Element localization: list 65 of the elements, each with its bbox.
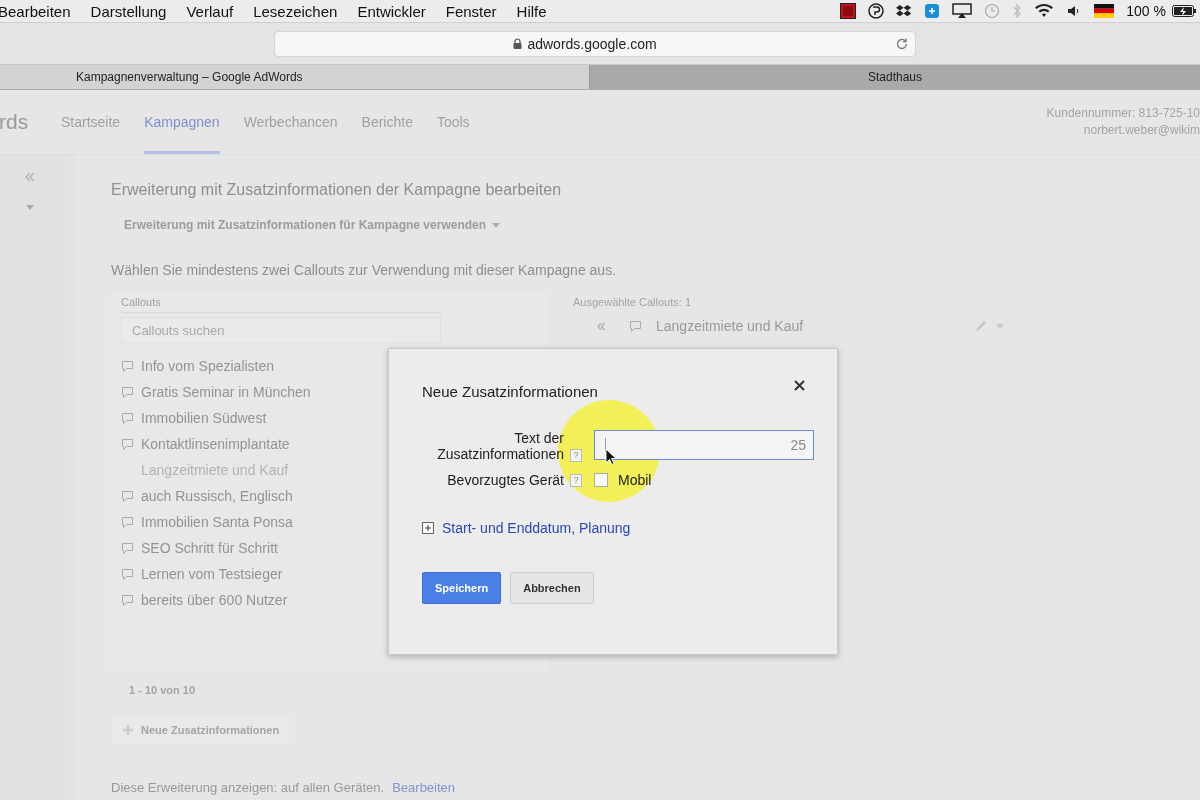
callout-item[interactable]: Immobilien Südwest (121, 405, 547, 431)
speech-bubble-icon (121, 411, 134, 425)
help-button[interactable]: ? (570, 449, 582, 462)
column-header: Callouts (121, 292, 441, 313)
reload-icon[interactable] (895, 36, 909, 51)
nav-tab[interactable]: Werbechancen (243, 90, 338, 154)
dialog-title: Neue Zusatzinformationen (422, 383, 598, 400)
speech-bubble-icon (121, 567, 134, 581)
callout-item[interactable]: SEO Schritt für Schritt (121, 535, 547, 561)
speech-bubble-icon (121, 359, 134, 373)
cancel-button[interactable]: Abbrechen (510, 572, 594, 604)
account-text: Kundennummer: 813-725-10 (1046, 105, 1200, 122)
pointer-icon (605, 448, 617, 466)
text-input[interactable]: 25 (594, 430, 814, 460)
checkbox[interactable] (594, 473, 608, 487)
battery-percentage: 100 % (1126, 3, 1166, 19)
speech-bubble-icon (629, 319, 642, 333)
search-field[interactable]: Callouts suchen (121, 317, 441, 343)
nav-tab[interactable]: Startseite (61, 90, 121, 154)
callout-label: Langzeitmiete und Kauf (656, 318, 805, 334)
usage-dropdown[interactable]: Erweiterung mit Zusatzinformationen für Kampagne verwenden (124, 218, 501, 232)
url-text: adwords.google.com (527, 35, 657, 52)
character-counter: 25 (790, 437, 806, 453)
schedule-link[interactable]: Start- und Enddatum, Planung (442, 520, 631, 536)
save-button[interactable]: Speichern (422, 572, 502, 604)
menu-item[interactable]: Darstellung (90, 2, 167, 20)
menu-item[interactable]: Verlauf (186, 2, 234, 20)
speech-bubble-icon (121, 437, 134, 451)
device-setting-text: Diese Erweiterung anzeigen: auf allen Geräten. (111, 780, 385, 795)
app-icon[interactable] (840, 3, 857, 19)
pagination-text: 1 - 10 von 10 (129, 684, 197, 696)
address-bar[interactable]: adwords.google.com (274, 30, 916, 57)
expand-icon[interactable] (422, 522, 434, 534)
caret-icon (492, 222, 501, 228)
speech-bubble-icon (121, 541, 134, 555)
lock-icon (513, 38, 523, 49)
browser-tab[interactable]: Kampagnenverwaltung – Google AdWords (0, 65, 589, 89)
nav-tab[interactable]: Tools (436, 90, 470, 154)
menu-item[interactable]: Fenster (445, 2, 497, 20)
menu-item[interactable]: Entwickler (357, 2, 426, 20)
menu-item[interactable]: Bearbeiten (0, 2, 71, 20)
nav-tab[interactable]: Kampagnen (144, 90, 220, 154)
browser-tab[interactable]: Stadthaus (589, 65, 1200, 89)
flag-icon[interactable] (1094, 4, 1115, 18)
menu-item[interactable]: Lesezeichen (253, 2, 338, 20)
field-label: Bevorzugtes Gerät (447, 472, 564, 488)
column-header: Ausgewählte Callouts: 1 (573, 295, 692, 308)
instruction-text: Wählen Sie mindestens zwei Callouts zur Verwendung mit dieser Kampagne aus. (111, 262, 618, 278)
page-heading: Erweiterung mit Zusatzinformationen der Kampagne bearbeiten (111, 181, 563, 199)
callout-item[interactable]: Info vom Spezialisten (121, 353, 547, 379)
speech-bubble-icon (121, 385, 134, 399)
speech-bubble-icon (121, 515, 134, 529)
edit-link[interactable]: Bearbeiten (392, 780, 456, 795)
account-text: norbert.weber@wikim (1082, 122, 1200, 139)
battery-icon (1172, 5, 1196, 17)
close-icon[interactable] (794, 380, 805, 391)
menu-item[interactable]: Hilfe (516, 2, 547, 20)
dropbox-icon[interactable] (896, 3, 913, 19)
logo-text: rds (0, 110, 30, 134)
checkbox-label: Mobil (618, 472, 652, 488)
nav-tab[interactable]: Berichte (361, 90, 413, 154)
speech-bubble-icon (121, 593, 134, 607)
plus-icon (123, 725, 133, 735)
wifi-icon[interactable] (1034, 3, 1055, 19)
speech-bubble-icon (121, 489, 134, 503)
